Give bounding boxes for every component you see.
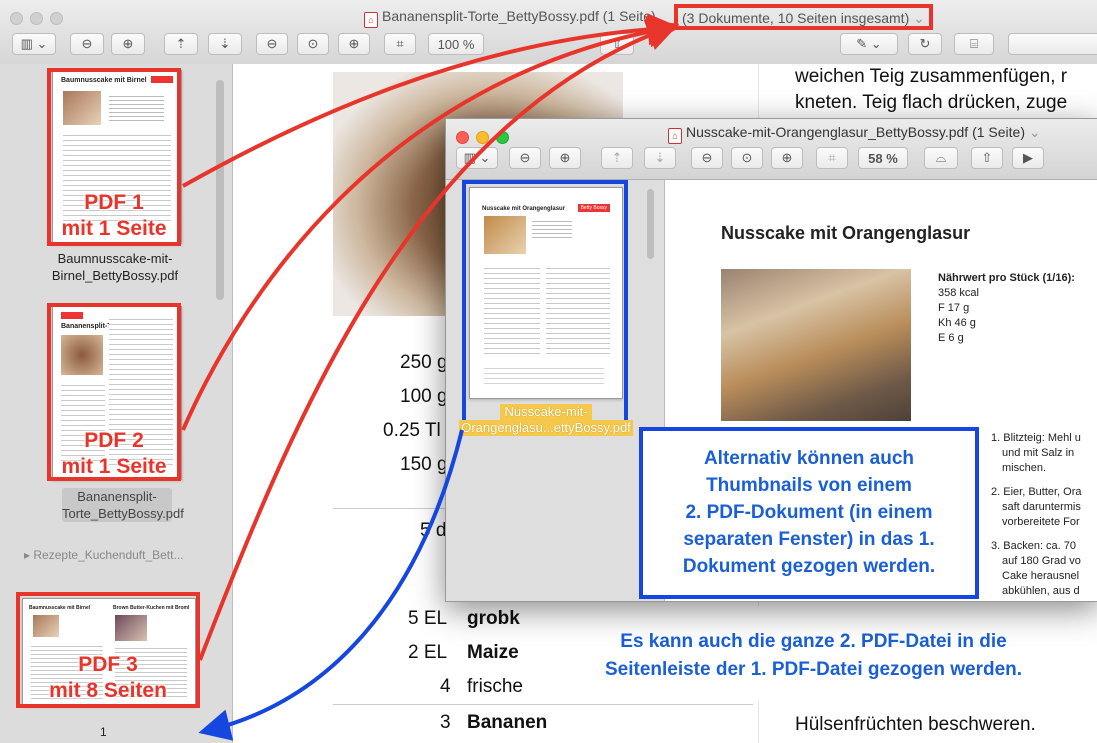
annotation-arrows [181, 13, 680, 741]
arrow-pdf2 [181, 15, 680, 431]
arrow-pdf1 [182, 13, 680, 188]
arrow-blue-drag [198, 429, 464, 741]
